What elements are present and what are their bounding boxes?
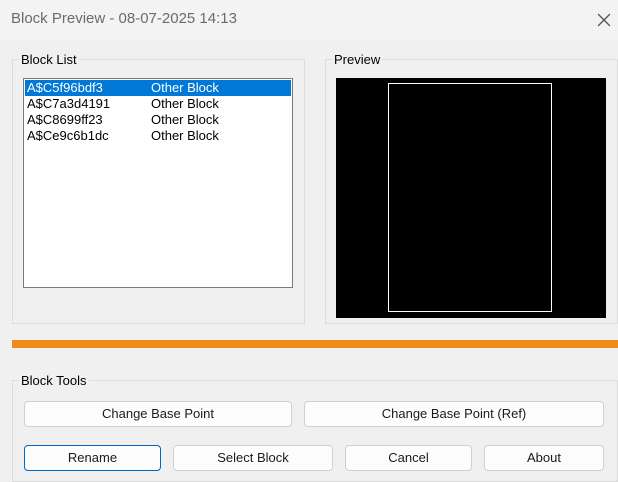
- cancel-button[interactable]: Cancel: [345, 445, 472, 471]
- list-item[interactable]: A$C5f96bdf3 Other Block: [25, 80, 291, 96]
- accent-bar: [12, 340, 618, 348]
- block-type: Other Block: [151, 96, 219, 111]
- block-list-label: Block List: [19, 52, 79, 67]
- list-item[interactable]: A$C8699ff23 Other Block: [25, 112, 291, 128]
- preview-label: Preview: [332, 52, 383, 67]
- window-title: Block Preview - 08-07-2025 14:13: [11, 10, 237, 27]
- block-tools-label: Block Tools: [19, 373, 89, 388]
- block-name: A$C5f96bdf3: [27, 80, 103, 95]
- about-button[interactable]: About: [484, 445, 604, 471]
- list-item[interactable]: A$C7a3d4191 Other Block: [25, 96, 291, 112]
- block-name: A$C7a3d4191: [27, 96, 111, 111]
- change-base-point-button[interactable]: Change Base Point: [24, 401, 292, 427]
- block-type: Other Block: [151, 128, 219, 143]
- rename-button[interactable]: Rename: [24, 445, 161, 471]
- close-icon[interactable]: [594, 10, 614, 30]
- block-outline: [388, 83, 552, 312]
- block-name: A$Ce9c6b1dc: [27, 128, 109, 143]
- select-block-button[interactable]: Select Block: [173, 445, 333, 471]
- title-bar: Block Preview - 08-07-2025 14:13: [0, 0, 618, 40]
- list-item[interactable]: A$Ce9c6b1dc Other Block: [25, 128, 291, 144]
- preview-canvas: [336, 78, 606, 318]
- block-name: A$C8699ff23: [27, 112, 103, 127]
- block-type: Other Block: [151, 112, 219, 127]
- change-base-point-ref-button[interactable]: Change Base Point (Ref): [304, 401, 604, 427]
- block-listbox[interactable]: A$C5f96bdf3 Other Block A$C7a3d4191 Othe…: [23, 78, 293, 288]
- block-type: Other Block: [151, 80, 219, 95]
